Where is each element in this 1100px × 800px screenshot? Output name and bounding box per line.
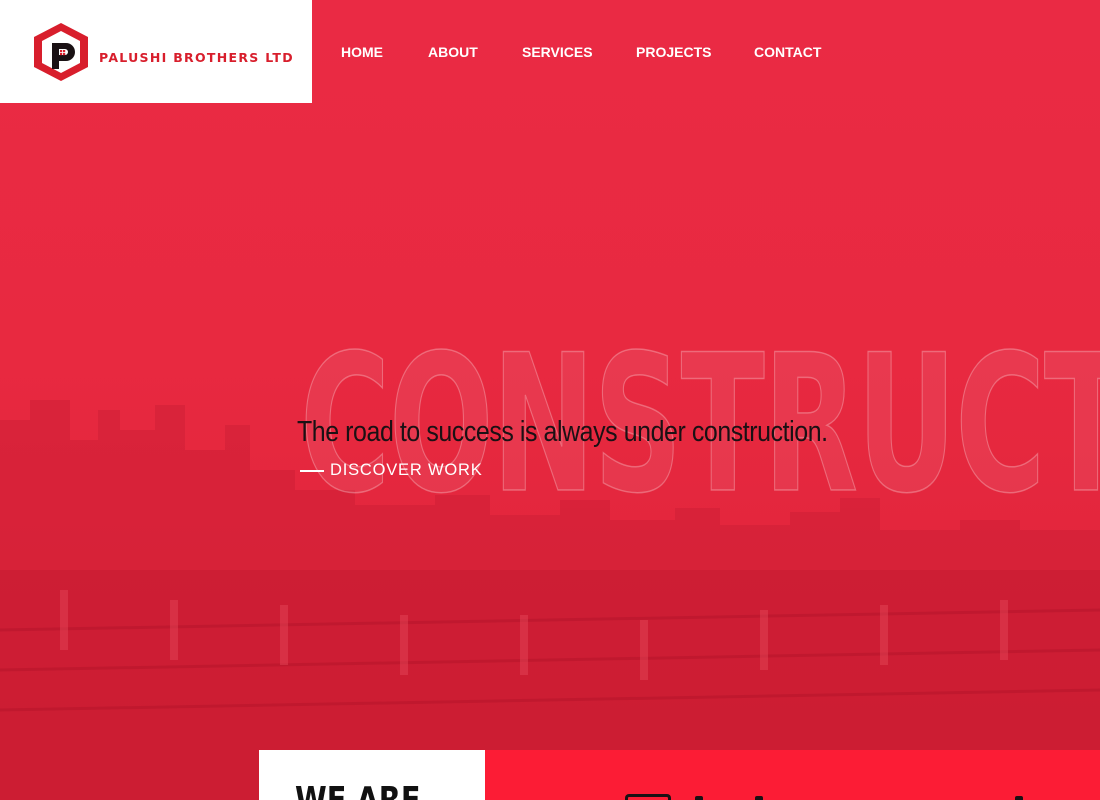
logo-container[interactable]: PALUSHI BROTHERS LTD	[0, 0, 312, 103]
feature-dot-icon	[695, 796, 703, 800]
house-p-hexagon-logo-icon	[34, 23, 88, 81]
nav-item-services[interactable]: SERVICES	[522, 44, 593, 60]
feature-dot-icon	[1015, 796, 1023, 800]
about-heading: WE ARE	[295, 780, 421, 800]
hero-tagline: The road to success is always under cons…	[297, 416, 828, 448]
nav-item-projects[interactable]: PROJECTS	[636, 44, 711, 60]
hero-section: CONSTRUCTI The road to success is always…	[0, 0, 1100, 800]
nav-item-home[interactable]: HOME	[341, 44, 383, 60]
dash-line-icon	[300, 469, 324, 472]
about-feature-panel	[485, 750, 1100, 800]
discover-work-label: DISCOVER WORK	[330, 461, 483, 479]
feature-dot-icon	[755, 796, 763, 800]
roof-icon	[625, 794, 671, 800]
discover-work-link[interactable]: DISCOVER WORK	[300, 461, 483, 480]
about-intro-panel: WE ARE	[259, 750, 485, 800]
brand-name: PALUSHI BROTHERS LTD	[99, 50, 294, 65]
nav-item-contact[interactable]: CONTACT	[754, 44, 821, 60]
nav-item-about[interactable]: ABOUT	[428, 44, 478, 60]
